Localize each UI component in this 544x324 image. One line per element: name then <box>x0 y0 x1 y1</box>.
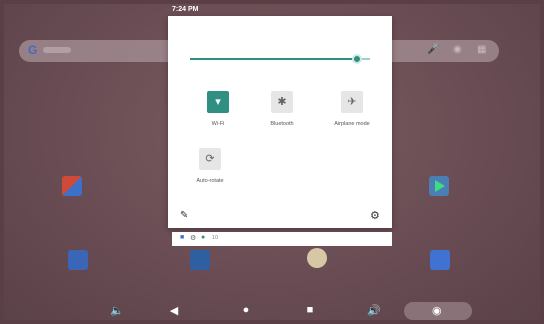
device-screen: 7:24 PM G 🎤 ◉ ▦ ▾ Wi-Fi ✱ Bluetooth ✈ Ai… <box>4 4 540 320</box>
tile-airplane-mode-label: Airplane mode <box>334 121 370 127</box>
mic-icon[interactable]: 🎤 <box>427 44 439 55</box>
gear-icon[interactable]: ⚙ <box>370 209 380 222</box>
tile-bluetooth[interactable]: ✱ Bluetooth <box>254 91 310 127</box>
volume-up-icon[interactable]: 🔊 <box>364 304 384 317</box>
lens-icon[interactable]: ◉ <box>453 44 462 55</box>
notification-app-icon: ■ <box>180 234 185 241</box>
google-logo: G <box>28 43 38 57</box>
search-placeholder <box>43 47 71 53</box>
notification-strip[interactable]: ■ ⚙ ● 10 <box>172 232 392 246</box>
camera-icon: ◉ <box>432 305 442 317</box>
home-icon[interactable]: ● <box>236 304 256 316</box>
photos-app-icon[interactable] <box>190 250 210 270</box>
back-icon[interactable]: ◀ <box>164 304 184 317</box>
camera-app-icon[interactable] <box>430 250 450 270</box>
tile-auto-rotate-label: Auto-rotate <box>196 178 224 184</box>
app-grid-icon[interactable]: ▦ <box>477 44 486 55</box>
chrome-app-icon[interactable] <box>307 248 327 268</box>
auto-rotate-icon[interactable]: ⟳ <box>199 148 221 170</box>
brightness-slider[interactable] <box>190 54 370 64</box>
pencil-icon[interactable]: ✎ <box>180 210 188 221</box>
folder-app-icon[interactable] <box>62 176 82 196</box>
play-store-icon[interactable] <box>429 176 449 196</box>
recents-icon[interactable]: ■ <box>300 304 320 316</box>
tile-auto-rotate[interactable]: ⟳ Auto-rotate <box>182 148 238 184</box>
volume-down-icon[interactable]: 🔈 <box>107 304 127 317</box>
wifi-icon[interactable]: ▾ <box>207 91 229 113</box>
airplane-icon[interactable]: ✈ <box>341 91 363 113</box>
notification-extra-text: 10 <box>212 235 219 241</box>
camera-button[interactable]: ◉ <box>404 302 472 320</box>
quick-settings-panel: ▾ Wi-Fi ✱ Bluetooth ✈ Airplane mode ⟳ Au… <box>168 16 392 228</box>
tile-airplane-mode[interactable]: ✈ Airplane mode <box>324 91 380 127</box>
notification-shield-icon: ● <box>201 234 206 241</box>
tile-wifi[interactable]: ▾ Wi-Fi <box>190 91 246 127</box>
notification-gear-icon: ⚙ <box>190 235 197 242</box>
brightness-slider-thumb[interactable] <box>352 54 363 64</box>
bluetooth-icon[interactable]: ✱ <box>271 91 293 113</box>
tile-wifi-label: Wi-Fi <box>211 121 225 127</box>
brightness-slider-fill <box>190 58 358 60</box>
calendar-app-icon[interactable] <box>68 250 88 270</box>
play-triangle-icon <box>435 180 445 192</box>
status-clock: 7:24 PM <box>172 6 199 13</box>
tile-bluetooth-label: Bluetooth <box>270 121 294 127</box>
status-bar: 7:24 PM <box>4 4 540 16</box>
